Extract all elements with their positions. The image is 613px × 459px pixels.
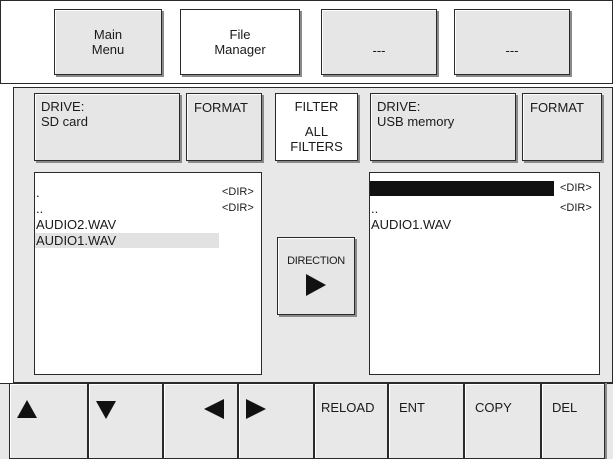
cursor-left-button[interactable] bbox=[163, 383, 238, 459]
list-item-name: .. bbox=[371, 201, 379, 216]
list-item[interactable]: . <DIR> bbox=[35, 185, 261, 200]
tab-main-menu[interactable]: Main Menu bbox=[54, 9, 162, 75]
filter-value-line2: FILTERS bbox=[290, 139, 343, 154]
tab-empty-2-label: --- bbox=[505, 42, 519, 58]
ent-label: ENT bbox=[399, 400, 425, 415]
list-item-tag: <DIR> bbox=[222, 202, 254, 214]
list-item-name: AUDIO1.WAV bbox=[371, 217, 452, 232]
left-drive-button[interactable]: DRIVE: SD card bbox=[34, 93, 180, 161]
del-button[interactable]: DEL bbox=[541, 383, 605, 459]
copy-button[interactable]: COPY bbox=[464, 383, 541, 459]
list-item-name: .. bbox=[36, 201, 44, 216]
up-triangle-icon bbox=[17, 400, 37, 418]
cursor-up-button[interactable] bbox=[9, 383, 88, 459]
cursor-bar bbox=[370, 181, 554, 196]
list-item-tag: <DIR> bbox=[560, 182, 592, 194]
left-format-button[interactable]: FORMAT bbox=[186, 93, 262, 161]
right-drive-button[interactable]: DRIVE: USB memory bbox=[370, 93, 516, 161]
tab-main-menu-line2: Menu bbox=[91, 42, 125, 57]
tab-main-menu-line1: Main bbox=[93, 27, 123, 42]
copy-label: COPY bbox=[475, 400, 512, 415]
list-item-tag: <DIR> bbox=[222, 186, 254, 198]
tab-file-manager-line2: Manager bbox=[214, 42, 266, 57]
reload-label: RELOAD bbox=[321, 400, 375, 415]
filter-value-line1: ALL bbox=[304, 124, 329, 139]
tab-empty-2[interactable]: --- bbox=[454, 9, 570, 75]
right-format-label: FORMAT bbox=[530, 100, 584, 115]
right-triangle-icon bbox=[246, 399, 266, 419]
right-drive-value: USB memory bbox=[377, 114, 455, 129]
list-item[interactable]: .. <DIR> bbox=[370, 201, 599, 216]
tab-file-manager[interactable]: File Manager bbox=[180, 9, 300, 75]
cursor-right-button[interactable] bbox=[238, 383, 314, 459]
ent-button[interactable]: ENT bbox=[388, 383, 464, 459]
left-format-label: FORMAT bbox=[194, 100, 248, 115]
right-file-list[interactable]: . <DIR> .. <DIR> AUDIO1.WAV bbox=[369, 172, 600, 375]
list-item-tag: <DIR> bbox=[560, 202, 592, 214]
list-item[interactable]: .. <DIR> bbox=[35, 201, 261, 216]
cursor-down-button[interactable] bbox=[88, 383, 163, 459]
list-item-cursor[interactable]: . <DIR> bbox=[370, 181, 599, 196]
list-item-name: AUDIO1.WAV bbox=[36, 233, 117, 248]
left-file-list[interactable]: . <DIR> .. <DIR> AUDIO2.WAV AUDIO1.WAV bbox=[34, 172, 262, 375]
tab-file-manager-line1: File bbox=[229, 27, 251, 42]
direction-label: DIRECTION bbox=[287, 255, 345, 267]
filter-button[interactable]: FILTER ALL FILTERS bbox=[275, 93, 358, 161]
tab-bar-divider bbox=[0, 83, 613, 84]
list-item-name: . bbox=[371, 181, 375, 196]
left-drive-label: DRIVE: bbox=[41, 99, 85, 114]
right-drive-label: DRIVE: bbox=[377, 99, 421, 114]
list-item[interactable]: AUDIO1.WAV bbox=[370, 217, 599, 232]
list-item[interactable]: AUDIO2.WAV bbox=[35, 217, 261, 232]
del-label: DEL bbox=[552, 400, 578, 415]
list-item-selected[interactable]: AUDIO1.WAV bbox=[35, 233, 219, 248]
down-triangle-icon bbox=[96, 401, 116, 419]
reload-button[interactable]: RELOAD bbox=[314, 383, 388, 459]
left-drive-value: SD card bbox=[41, 114, 88, 129]
direction-button[interactable]: DIRECTION bbox=[277, 237, 355, 315]
filter-title: FILTER bbox=[294, 99, 339, 114]
list-item-name: . bbox=[36, 185, 40, 200]
left-triangle-icon bbox=[204, 399, 224, 419]
direction-right-triangle-icon bbox=[306, 274, 326, 296]
right-format-button[interactable]: FORMAT bbox=[522, 93, 602, 161]
tab-empty-1[interactable]: --- bbox=[321, 9, 437, 75]
list-item-name: AUDIO2.WAV bbox=[36, 217, 117, 232]
tab-empty-1-label: --- bbox=[372, 42, 386, 58]
